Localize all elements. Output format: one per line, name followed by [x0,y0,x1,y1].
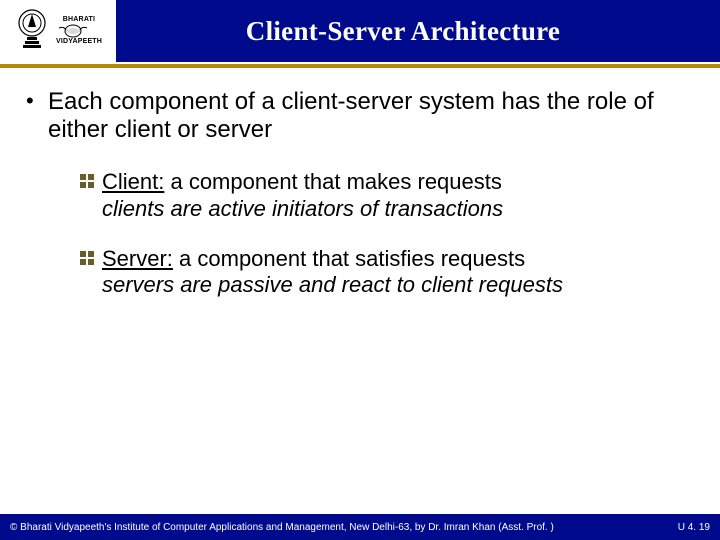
slide-title: Client-Server Architecture [116,16,720,47]
leaf-icon [56,24,90,38]
item-italic: servers are passive and react to client … [102,272,694,298]
list-item: Client: a component that makes requests … [80,169,694,222]
footer-page-number: U 4. 19 [678,522,710,533]
item-line1: Server: a component that satisfies reque… [102,246,525,272]
slide: BHARATI VIDYAPEETH Client-Server Archite… [0,0,720,540]
sub-list: Client: a component that makes requests … [80,169,694,299]
divider-gold [0,64,720,68]
bullet-dot-icon: • [26,88,48,143]
logo-line-1: BHARATI [56,16,102,24]
item-line1: Client: a component that makes requests [102,169,502,195]
item-term: Server: [102,246,173,271]
quad-bullet-icon [80,251,94,265]
item-italic: clients are active initiators of transac… [102,196,694,222]
logo-text: BHARATI VIDYAPEETH [56,16,102,45]
institute-logo: BHARATI VIDYAPEETH [0,0,116,62]
footer-copyright: © Bharati Vidyapeeth's Institute of Comp… [10,522,554,533]
crest-icon [14,7,50,55]
slide-body: • Each component of a client-server syst… [26,82,694,500]
logo-line-2: VIDYAPEETH [56,38,102,46]
item-desc: a component that satisfies requests [173,246,525,271]
header-bar: BHARATI VIDYAPEETH Client-Server Archite… [0,0,720,62]
main-bullet: • Each component of a client-server syst… [26,88,694,143]
item-term: Client: [102,169,164,194]
footer-bar: © Bharati Vidyapeeth's Institute of Comp… [0,514,720,540]
quad-bullet-icon [80,174,94,188]
list-item: Server: a component that satisfies reque… [80,246,694,299]
main-bullet-text: Each component of a client-server system… [48,88,694,143]
item-desc: a component that makes requests [164,169,502,194]
